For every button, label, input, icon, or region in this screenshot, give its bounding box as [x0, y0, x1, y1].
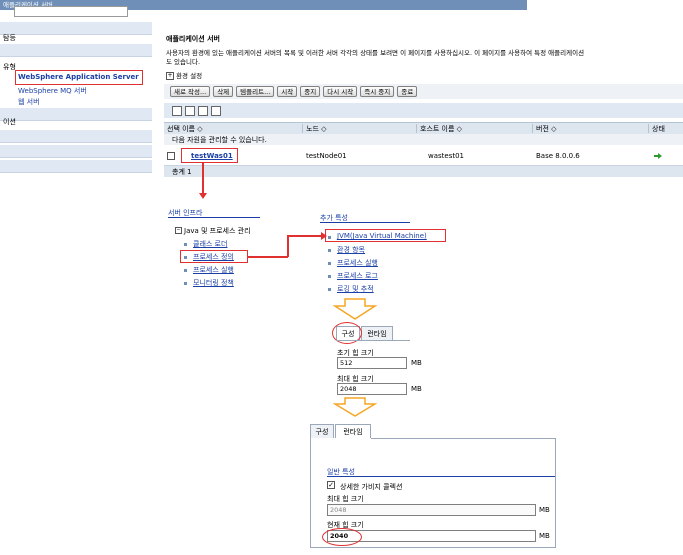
bullet-icon — [328, 288, 331, 291]
nav-web-server[interactable]: 웹 서버 — [18, 97, 40, 107]
link-process-execution[interactable]: 프로세스 실행 — [193, 265, 234, 275]
max-heap-unit-2: MB — [539, 506, 550, 514]
panel-top-line — [371, 438, 556, 439]
nav-bar — [0, 22, 152, 35]
link-logging-tracing[interactable]: 로깅 및 추적 — [337, 284, 374, 294]
connector-line — [248, 256, 288, 258]
divider — [327, 476, 555, 477]
highlight-oval — [322, 528, 362, 546]
immediate-stop-button[interactable]: 즉시 중지 — [360, 86, 395, 97]
current-heap-unit: MB — [539, 532, 550, 540]
select-all-icon[interactable] — [172, 106, 182, 116]
max-heap-unit: MB — [411, 385, 422, 393]
started-arrow-icon — [654, 146, 662, 165]
bullet-icon — [184, 269, 187, 272]
initial-heap-unit: MB — [411, 359, 422, 367]
template-button[interactable]: 템플리트... — [236, 86, 275, 97]
connector-line — [202, 163, 204, 196]
nav-websphere-mq-server[interactable]: WebSphere MQ 서버 — [18, 86, 87, 96]
deselect-all-icon[interactable] — [185, 106, 195, 116]
link-environment-entries[interactable]: 환경 항목 — [337, 245, 365, 255]
table-footer: 총계 1 — [164, 166, 683, 177]
terminate-button[interactable]: 종료 — [397, 86, 418, 97]
col-status[interactable]: 상태 — [652, 123, 665, 134]
nav-bar — [0, 44, 152, 57]
collapse-icon[interactable]: − — [175, 227, 182, 234]
divider — [320, 222, 410, 223]
start-button[interactable]: 시작 — [277, 86, 298, 97]
expand-icon: + — [166, 72, 174, 80]
link-process-logs[interactable]: 프로세스 로그 — [337, 271, 378, 281]
table-row: testWas01 testNode01 wastest01 Base 8.0.… — [164, 146, 683, 166]
table-note: 다음 자원을 관리할 수 있습니다. — [164, 134, 683, 145]
tab-runtime[interactable]: 런타임 — [361, 326, 393, 340]
restart-button[interactable]: 다시 시작 — [323, 86, 358, 97]
action-buttons: 새로 작성... 삭제 템플리트... 시작 중지 다시 시작 즉시 중지 종료 — [170, 86, 418, 97]
tab-underline — [336, 340, 410, 341]
max-heap-label-2: 최대 힙 크기 — [327, 495, 364, 503]
preferences-toggle[interactable]: + 환경 설정 — [166, 70, 202, 80]
bullet-icon — [328, 249, 331, 252]
bullet-icon — [184, 282, 187, 285]
nav-bar — [0, 160, 152, 173]
col-version[interactable]: 버전 ◇ — [536, 123, 557, 134]
nav-bar — [0, 145, 152, 158]
nav-row-3: 이션 — [3, 118, 16, 126]
link-monitoring-policy[interactable]: 모니터링 정책 — [193, 278, 234, 288]
row-checkbox[interactable] — [167, 151, 175, 160]
page-heading: 애플리케이션 서버 — [166, 35, 220, 43]
new-button[interactable]: 새로 작성... — [170, 86, 211, 97]
flow-arrow-icon — [332, 397, 378, 419]
nav-search-box[interactable] — [14, 6, 128, 17]
verbose-gc-checkbox[interactable]: ✓ — [327, 481, 335, 489]
preferences-label: 환경 설정 — [176, 72, 203, 80]
server-version: Base 8.0.0.6 — [536, 151, 580, 160]
link-process-execution-2[interactable]: 프로세스 실행 — [337, 258, 378, 268]
page-description-2: 도 있습니다. — [166, 58, 201, 66]
max-heap-input[interactable]: 2048 — [337, 383, 407, 395]
table-total: 총계 1 — [172, 167, 192, 176]
col-node[interactable]: 노드 ◇ — [306, 123, 327, 134]
table-note-text: 다음 자원을 관리할 수 있습니다. — [172, 135, 267, 144]
bullet-icon — [184, 243, 187, 246]
bullet-icon — [328, 275, 331, 278]
host-name: wastest01 — [428, 151, 465, 160]
filter-icon[interactable] — [198, 106, 208, 116]
flow-arrow-icon — [332, 298, 378, 322]
link-class-loader[interactable]: 클래스 로더 — [193, 239, 227, 249]
nav-row-2: 유형 — [3, 63, 16, 71]
connector-arrow-icon — [199, 193, 207, 199]
icon-toolbar — [164, 103, 683, 118]
highlight-box — [325, 229, 446, 242]
nav-bar — [0, 130, 152, 143]
col-name[interactable]: 선택 이름 ◇ — [167, 123, 203, 134]
max-heap-readonly: 2048 — [327, 504, 536, 516]
col-host[interactable]: 호스트 이름 ◇ — [420, 123, 462, 134]
show-filter-icon[interactable] — [211, 106, 221, 116]
delete-button[interactable]: 삭제 — [213, 86, 234, 97]
nav-row-1: 탐등 — [3, 34, 16, 42]
highlight-box — [15, 70, 143, 85]
node-name: testNode01 — [306, 151, 347, 160]
stop-button[interactable]: 중지 — [300, 86, 321, 97]
java-process-group: Java 및 프로세스 관리 — [184, 227, 251, 235]
highlight-box — [180, 250, 248, 263]
connector-line — [287, 235, 323, 237]
verbose-gc-label: 상세한 가비지 콜렉션 — [340, 483, 403, 491]
divider — [168, 217, 260, 218]
initial-heap-input[interactable]: 512 — [337, 357, 407, 369]
highlight-box — [181, 148, 238, 163]
tab-config-2[interactable]: 구성 — [310, 424, 334, 438]
connector-line — [287, 235, 289, 257]
page-description: 사용자의 환경에 있는 애플리케이션 서버의 목록 및 이러한 서버 각각의 상… — [166, 49, 585, 57]
nav-bar — [0, 108, 152, 121]
tab-runtime-2[interactable]: 런타임 — [335, 424, 371, 438]
bullet-icon — [328, 262, 331, 265]
